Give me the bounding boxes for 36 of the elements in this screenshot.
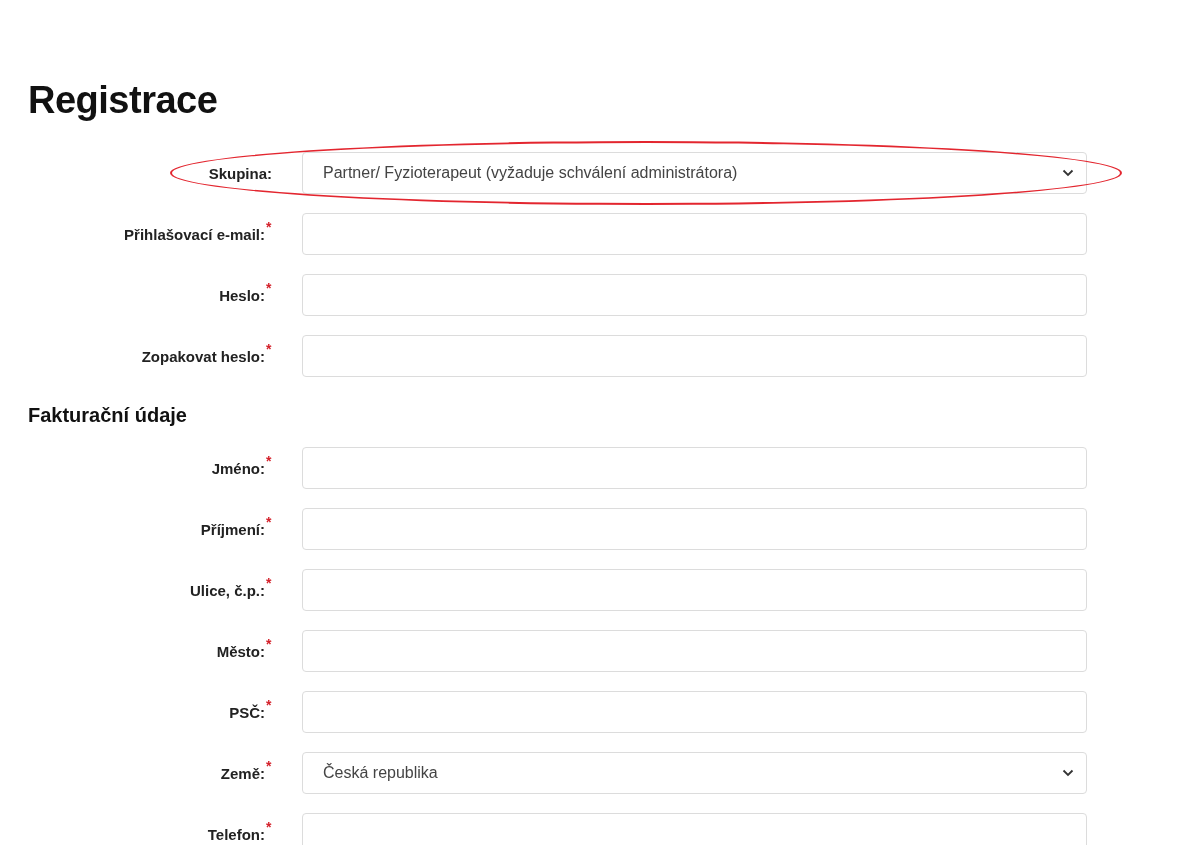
field-label: Příjmení: (200, 520, 265, 538)
input-field[interactable] (302, 691, 1087, 733)
field-label: Heslo: (219, 286, 265, 304)
section-title: Fakturační údaje (28, 403, 188, 428)
select-field[interactable]: Partner/ Fyzioterapeut (vyžaduje schválení administrátora) (302, 152, 1087, 194)
field-label: Zopakovat heslo: (141, 347, 265, 365)
input-field[interactable] (302, 630, 1087, 672)
required-asterisk: * (266, 635, 272, 652)
field-label: Ulice, č.p.: (189, 581, 265, 599)
field-label: Telefon: (207, 825, 265, 843)
page-title: Registrace (28, 78, 219, 122)
required-asterisk: * (266, 452, 272, 469)
field-label: Jméno: (211, 459, 265, 477)
required-asterisk: * (266, 340, 272, 357)
input-field[interactable] (302, 508, 1087, 550)
required-asterisk: * (266, 757, 272, 774)
required-asterisk: * (266, 279, 272, 296)
chevron-down-icon (1062, 169, 1074, 177)
required-asterisk: * (266, 818, 272, 835)
input-field[interactable] (302, 569, 1087, 611)
select-field[interactable]: Česká republika (302, 752, 1087, 794)
required-asterisk: * (266, 218, 272, 235)
field-label: Město: (216, 642, 265, 660)
input-field[interactable] (302, 335, 1087, 377)
required-asterisk: * (266, 696, 272, 713)
input-field[interactable] (302, 274, 1087, 316)
input-field[interactable] (302, 447, 1087, 489)
field-label: Skupina: (208, 164, 272, 182)
chevron-down-icon (1062, 769, 1074, 777)
field-label: Země: (220, 764, 265, 782)
field-label: PSČ: (229, 703, 265, 721)
input-field[interactable] (302, 813, 1087, 845)
input-field[interactable] (302, 213, 1087, 255)
field-label: Přihlašovací e-mail: (124, 225, 265, 243)
required-asterisk: * (266, 574, 272, 591)
required-asterisk: * (266, 513, 272, 530)
